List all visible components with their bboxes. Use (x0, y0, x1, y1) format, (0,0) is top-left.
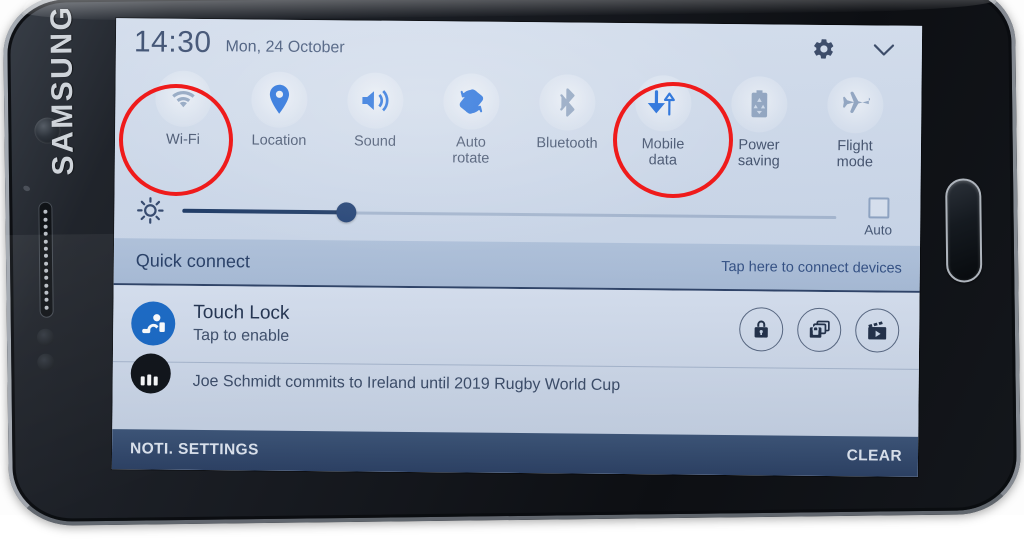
auto-label: Auto (864, 222, 892, 237)
wifi-icon (155, 71, 212, 128)
noti-settings-button[interactable]: NOTI. SETTINGS (130, 440, 259, 459)
news-app-icon (131, 353, 171, 393)
auto-checkbox[interactable] (868, 197, 889, 218)
toggle-label: Location (252, 132, 307, 149)
toggle-flight-mode[interactable]: Flightmode (809, 77, 902, 190)
toggle-label: Sound (354, 133, 396, 149)
samsung-logo: SAMSUNG (45, 5, 81, 175)
status-row: 14:30 Mon, 24 October (116, 18, 922, 74)
touch-lock-icon (131, 301, 175, 345)
toggle-label: Autorotate (452, 134, 489, 166)
power-saving-icon (731, 76, 788, 133)
toggle-bluetooth[interactable]: Bluetooth (521, 74, 614, 187)
clock: 14:30 (134, 25, 212, 60)
earpiece-speaker (38, 202, 53, 318)
toggle-label: Mobiledata (641, 136, 684, 168)
screen-lock-icon[interactable] (797, 308, 841, 352)
ambient-light-sensor (37, 354, 54, 371)
notification-item-touch-lock[interactable]: Touch Lock Tap to enable (113, 285, 920, 370)
notification-bottom-bar: NOTI. SETTINGS CLEAR (112, 429, 918, 477)
bluetooth-icon (539, 74, 596, 131)
screenshot-stage: SAMSUNG 14:30 Mon, 24 October (0, 0, 1024, 515)
toggle-label: Powersaving (738, 137, 780, 169)
notification-subtitle: Tap to enable (193, 325, 289, 348)
auto-rotate-icon (443, 73, 500, 130)
notification-item-news[interactable]: Joe Schmidt commits to Ireland until 201… (113, 362, 919, 408)
slider-fill (182, 209, 346, 215)
padlock-icon[interactable] (739, 307, 783, 351)
brightness-slider[interactable] (182, 201, 836, 227)
toggle-label: Wi-Fi (166, 132, 200, 148)
brightness-sun-icon (136, 196, 164, 224)
notification-list: Touch Lock Tap to enable (112, 285, 919, 437)
clear-button[interactable]: CLEAR (847, 447, 903, 466)
chevron-down-icon[interactable] (870, 37, 898, 61)
quick-connect-hint[interactable]: Tap here to connect devices (721, 258, 902, 276)
brightness-row: Auto (114, 182, 921, 246)
notification-title: Touch Lock (193, 301, 289, 326)
video-clapper-icon[interactable] (855, 308, 899, 352)
toggle-mobile-data[interactable]: Mobiledata (617, 75, 710, 188)
quick-settings-panel: 14:30 Mon, 24 October (112, 18, 922, 477)
speaker-icon (347, 72, 404, 129)
home-button[interactable] (945, 178, 982, 282)
location-pin-icon (251, 71, 308, 128)
gear-icon[interactable] (812, 37, 836, 61)
notification-text: Touch Lock Tap to enable (193, 301, 290, 348)
toggle-sound[interactable]: Sound (329, 72, 422, 185)
toggle-location[interactable]: Location (233, 71, 326, 184)
quick-connect-row[interactable]: Quick connect Tap here to connect device… (114, 238, 920, 293)
toggle-power-saving[interactable]: Powersaving (713, 76, 806, 189)
slider-thumb[interactable] (336, 202, 356, 222)
toggle-auto-rotate[interactable]: Autorotate (425, 73, 518, 186)
mobile-data-icon (635, 75, 692, 132)
airplane-icon (827, 77, 884, 134)
status-actions (812, 37, 904, 62)
date-label: Mon, 24 October (225, 30, 344, 57)
proximity-sensor (37, 329, 54, 346)
toggle-label: Flightmode (837, 138, 874, 170)
quick-connect-title: Quick connect (136, 250, 250, 272)
phone-screen: 14:30 Mon, 24 October (112, 18, 922, 477)
quick-toggle-row: Wi-Fi Location (115, 66, 922, 190)
notification-actions (739, 307, 903, 353)
brightness-auto-toggle[interactable]: Auto (850, 197, 906, 238)
notification-title: Joe Schmidt commits to Ireland until 201… (193, 373, 621, 395)
toggle-wifi[interactable]: Wi-Fi (137, 70, 230, 183)
toggle-label: Bluetooth (536, 135, 597, 152)
